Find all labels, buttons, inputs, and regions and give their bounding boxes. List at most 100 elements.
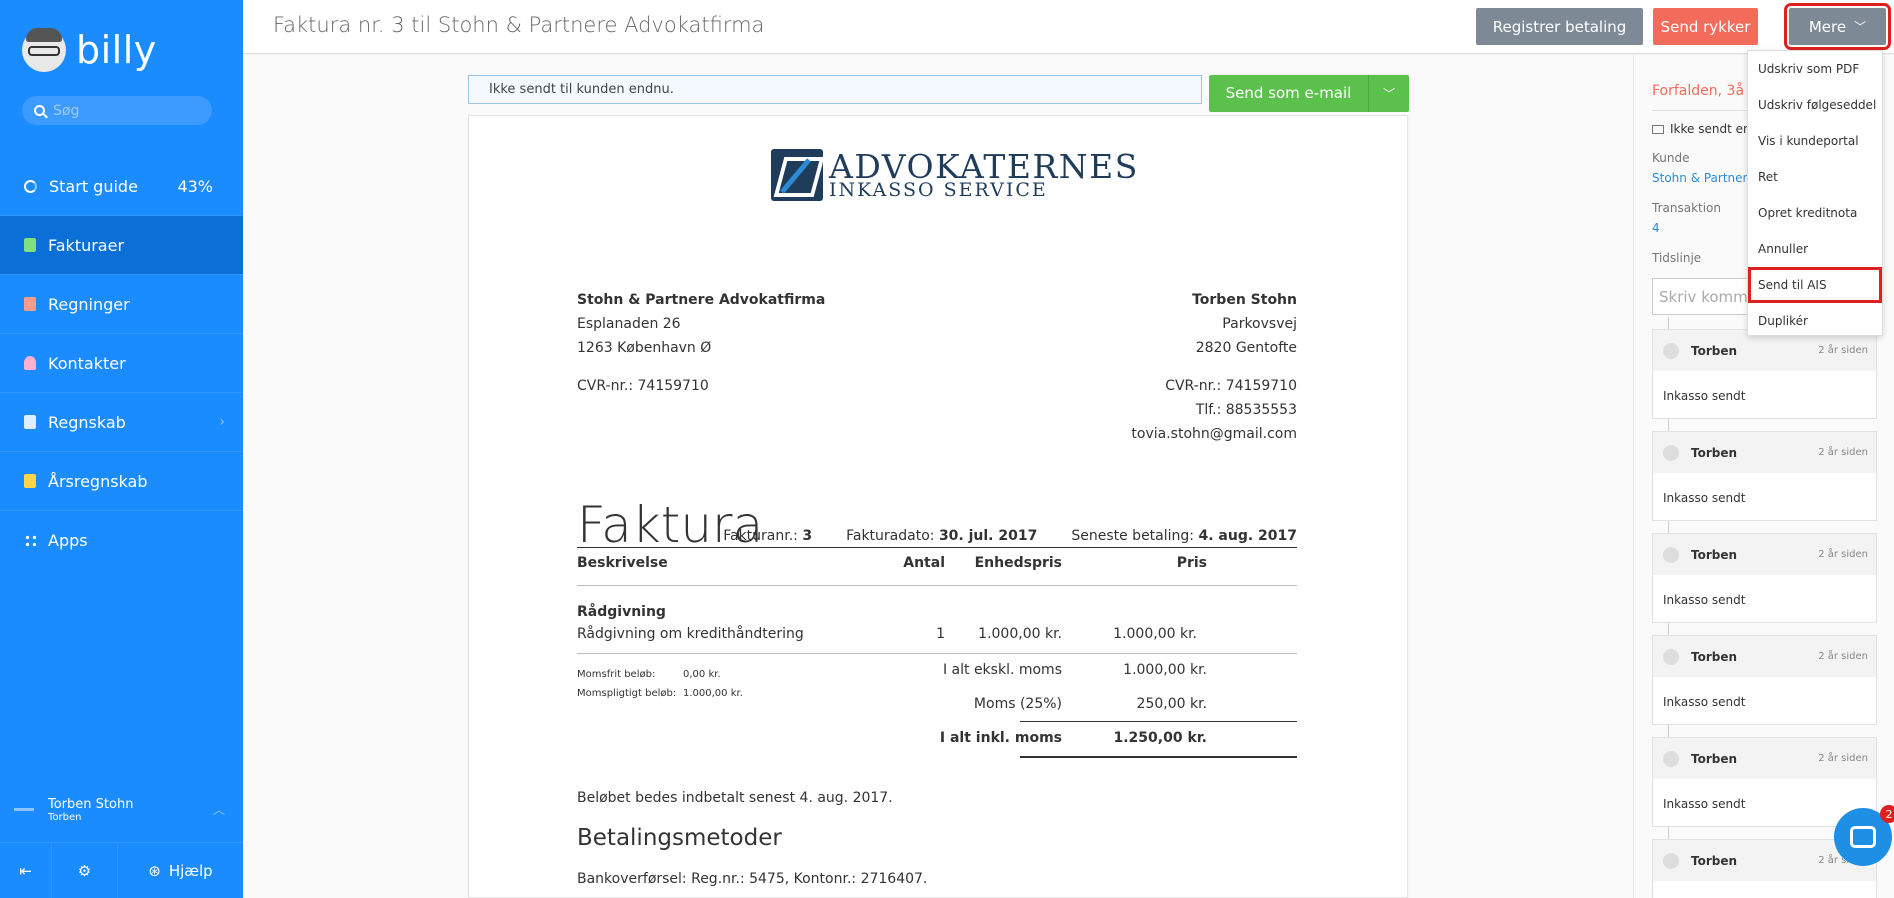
menu-item-send-to-ais[interactable]: Send til AIS — [1748, 267, 1882, 303]
subtotal-amount: 1.000,00 kr. — [1123, 662, 1207, 678]
sender-address: Stohn & Partnere Advokatfirma Esplanaden… — [577, 288, 825, 398]
user-subtitle: Torben — [48, 811, 82, 823]
apps-icon — [24, 533, 36, 548]
progress-ring-icon — [24, 179, 37, 193]
chat-icon — [1850, 826, 1876, 848]
divider — [577, 547, 1297, 548]
vat-liable-amount: 1.000,00 kr. — [683, 688, 743, 699]
sidebar-item-start-guide[interactable]: Start guide 43% — [0, 157, 243, 216]
column-header-description: Beskrivelse — [577, 555, 668, 571]
avatar — [1663, 342, 1679, 359]
vat-liable-label: Momspligtigt beløb: — [577, 688, 677, 699]
help-label: Hjælp — [168, 861, 213, 880]
recipient-email: tovia.stohn@gmail.com — [1131, 426, 1297, 442]
menu-item-edit[interactable]: Ret — [1748, 159, 1882, 195]
event-text: Inkasso sendt — [1663, 388, 1746, 403]
menu-item-cancel[interactable]: Annuller — [1748, 231, 1882, 267]
start-guide-progress: 43% — [177, 176, 213, 196]
company-logo: ADVOKATERNES INKASSO SERVICE — [771, 149, 1139, 201]
transaction-link[interactable]: 4 — [1652, 221, 1660, 235]
divider — [577, 653, 1297, 654]
menu-item-credit-note[interactable]: Opret kreditnota — [1748, 195, 1882, 231]
menu-item-customer-portal[interactable]: Vis i kundeportal — [1748, 123, 1882, 159]
recipient-phone: Tlf.: 88535553 — [1195, 402, 1297, 418]
divider — [1020, 756, 1297, 758]
chevron-up-icon: ︿ — [212, 803, 225, 817]
vat-label: Moms (25%) — [973, 696, 1062, 712]
help-button[interactable]: ⊛ Hjælp — [118, 843, 243, 898]
vat-amount: 250,00 kr. — [1136, 696, 1207, 712]
chevron-right-icon: › — [219, 414, 225, 430]
logout-icon[interactable]: ⇤ — [0, 842, 52, 898]
customer-link[interactable]: Stohn & Partnere — [1652, 171, 1755, 185]
send-reminder-button[interactable]: Send rykker — [1653, 8, 1758, 45]
sender-street: Esplanaden 26 — [577, 316, 681, 332]
sidebar-item-label: Regninger — [48, 294, 130, 314]
timeline-event: Torben 2 år siden Inkasso sendt — [1652, 329, 1877, 419]
ledger-icon — [24, 415, 36, 429]
search-input[interactable] — [53, 102, 193, 119]
settings-gear-icon[interactable]: ⚙ — [52, 842, 118, 898]
lifebuoy-icon: ⊛ — [148, 861, 161, 880]
divider — [577, 585, 1297, 586]
sender-city: 1263 København Ø — [577, 340, 712, 356]
timeline-event: Torben 2 år siden Inkasso sendt — [1652, 635, 1877, 725]
brand-mark-icon — [771, 149, 823, 201]
sidebar-item-arsregnskab[interactable]: Årsregnskab — [0, 452, 243, 511]
line-item-description: Rådgivning om kredithåndtering — [577, 626, 804, 642]
sidebar-footer: ⇤ ⚙ ⊛ Hjælp — [0, 842, 243, 898]
sidebar-item-label: Årsregnskab — [48, 471, 148, 491]
chat-unread-badge: 2 — [1880, 805, 1894, 823]
due-date-label: Seneste betaling: — [1071, 528, 1195, 544]
register-payment-button[interactable]: Registrer betaling — [1476, 8, 1643, 45]
due-date: 4. aug. 2017 — [1198, 528, 1297, 544]
sidebar-item-regninger[interactable]: Regninger — [0, 275, 243, 334]
user-menu[interactable]: Torben Stohn Torben ︿ — [0, 787, 243, 832]
event-author: Torben — [1691, 547, 1738, 562]
sidebar-item-kontakter[interactable]: Kontakter — [0, 334, 243, 393]
event-text — [1653, 881, 1876, 898]
invoice-number: 3 — [802, 528, 813, 544]
avatar — [1663, 444, 1679, 461]
overdue-status: Forfalden, 3å fo — [1652, 83, 1762, 99]
avatar — [1663, 546, 1679, 563]
menu-item-duplicate[interactable]: Duplikér — [1748, 303, 1882, 339]
line-item-unit-price: 1.000,00 kr. — [978, 626, 1062, 642]
event-time: 2 år siden — [1818, 753, 1868, 764]
event-text: Inkasso sendt — [1663, 694, 1746, 709]
timeline-event: Torben 2 år siden Inkasso sendt — [1652, 431, 1877, 521]
chevron-down-icon: ﹀ — [1854, 20, 1867, 34]
sender-cvr: CVR-nr.: 74159710 — [577, 378, 709, 394]
sidebar-item-fakturaer[interactable]: Fakturaer — [0, 216, 243, 275]
transaction-label: Transaktion — [1652, 201, 1721, 215]
app-logo[interactable]: billy — [22, 28, 157, 72]
sidebar-item-regnskab[interactable]: Regnskab › — [0, 393, 243, 452]
invoice-meta: Fakturanr.: 3 Fakturadato: 30. jul. 2017… — [723, 528, 1297, 544]
header-bar: Faktura nr. 3 til Stohn & Partnere Advok… — [243, 0, 1894, 54]
event-time: 2 år siden — [1818, 345, 1868, 356]
invoice-date-label: Fakturadato: — [846, 528, 935, 544]
send-email-button[interactable]: Send som e-mail — [1209, 75, 1369, 112]
menu-item-print-pdf[interactable]: Udskriv som PDF — [1748, 51, 1882, 87]
not-sent-notice: Ikke sendt til kunden endnu. — [468, 75, 1202, 104]
event-time: 2 år siden — [1818, 651, 1868, 662]
avatar — [1663, 852, 1679, 869]
main-content: Ikke sendt til kunden endnu. Send som e-… — [243, 55, 1633, 898]
search-box[interactable] — [22, 96, 212, 125]
chevron-down-icon[interactable]: ﹀ — [1369, 85, 1409, 102]
sidebar-item-apps[interactable]: Apps — [0, 511, 243, 570]
bank-transfer-info: Bankoverførsel: Reg.nr.: 5475, Kontonr.:… — [577, 871, 928, 887]
payment-note: Beløbet bedes indbetalt senest 4. aug. 2… — [577, 790, 893, 806]
timeline-event: Torben 2 år siden Inkasso sendt — [1652, 737, 1877, 827]
app-name: billy — [76, 28, 157, 72]
more-button[interactable]: Mere ﹀ — [1784, 3, 1891, 50]
column-header-unit-price: Enhedspris — [974, 555, 1062, 571]
sidebar-item-label: Fakturaer — [48, 235, 125, 255]
event-author: Torben — [1691, 853, 1738, 868]
envelope-icon — [1652, 124, 1664, 134]
column-header-price: Pris — [1176, 555, 1207, 571]
sidebar: billy Start guide 43% Fakturaer Regninge… — [0, 0, 243, 898]
avatar — [1663, 648, 1679, 665]
sidebar-item-label: Kontakter — [48, 353, 126, 373]
menu-item-print-packing-slip[interactable]: Udskriv følgeseddel — [1748, 87, 1882, 123]
